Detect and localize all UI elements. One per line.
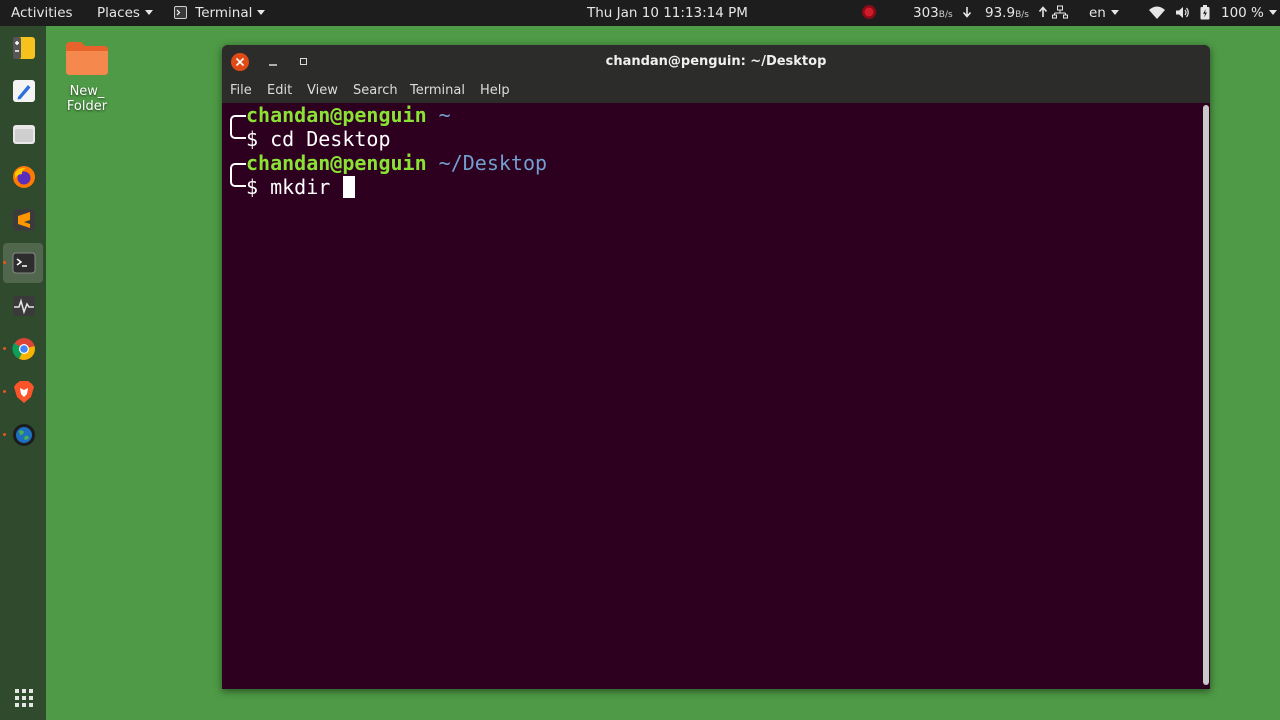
dock-item-firefox[interactable] [3, 157, 43, 197]
net-down-unit: B/s [938, 10, 953, 20]
command-text: mkdir [270, 175, 343, 199]
maximize-button[interactable] [300, 58, 307, 65]
scrollbar[interactable] [1202, 103, 1210, 689]
dock-item-notes[interactable] [3, 71, 43, 111]
prompt-path: ~/Desktop [438, 151, 548, 175]
record-indicator-icon[interactable] [861, 0, 877, 26]
dock [0, 26, 46, 720]
prompt-corner-top [230, 163, 246, 175]
net-download-speed: 303B/s [913, 0, 953, 26]
dock-item-terminal[interactable] [3, 243, 43, 283]
brave-icon [14, 381, 34, 403]
terminal-output[interactable]: chandan@penguin ~ $ cd Desktop chandan@p… [222, 103, 1202, 689]
notes-icon [13, 80, 35, 102]
battery-percent: 100 % [1221, 5, 1264, 21]
terminal-small-icon [174, 6, 187, 19]
running-indicator [3, 347, 6, 350]
terminal-window[interactable]: chandan@penguin: ~/Desktop File Edit Vie… [222, 45, 1210, 689]
terminal-icon [12, 252, 36, 274]
wifi-icon[interactable] [1149, 0, 1165, 26]
chevron-down-icon [1268, 9, 1277, 15]
prompt-corner-bottom [230, 127, 246, 139]
prompt-corner-bottom [230, 175, 246, 187]
chevron-down-icon [257, 9, 266, 15]
volume-icon[interactable] [1175, 0, 1190, 26]
top-panel: Activities Places Terminal Thu Jan 10 11… [0, 0, 1280, 26]
places-label: Places [97, 5, 140, 21]
system-menu[interactable]: 100 % [1221, 0, 1277, 26]
dock-item-brave[interactable] [3, 372, 43, 412]
arrow-up-icon [1038, 0, 1048, 26]
language-menu[interactable]: en [1089, 0, 1119, 26]
network-icon[interactable] [1052, 0, 1068, 26]
command-text: cd Desktop [270, 127, 391, 151]
system-monitor-icon [13, 296, 35, 316]
dock-item-system-monitor[interactable] [3, 286, 43, 326]
menu-help[interactable]: Help [480, 79, 510, 103]
terminal-app-label: Terminal [195, 5, 253, 21]
prompt-path: ~ [438, 103, 451, 127]
prompt-line: chandan@penguin ~ [226, 103, 451, 127]
prompt-symbol: $ [246, 175, 259, 199]
globe-icon [13, 424, 35, 446]
prompt-user: chandan@penguin [246, 103, 427, 127]
folder-icon [66, 42, 108, 75]
minimize-icon [269, 64, 277, 66]
battery-icon[interactable] [1200, 0, 1210, 26]
scrollbar-thumb[interactable] [1203, 105, 1209, 685]
chrome-icon [12, 338, 35, 360]
clock[interactable]: Thu Jan 10 11:13:14 PM [587, 0, 748, 26]
chevron-down-icon [144, 9, 153, 15]
command-line: $ cd Desktop [226, 127, 391, 151]
prompt-symbol: $ [246, 127, 259, 151]
text-editor-icon [13, 37, 35, 59]
running-indicator [3, 390, 6, 393]
chevron-down-icon [1110, 9, 1119, 15]
app-grid-icon [15, 689, 33, 707]
net-upload-speed: 93.9B/s [985, 0, 1029, 26]
dock-item-files[interactable] [3, 114, 43, 154]
close-button[interactable] [231, 53, 249, 71]
menu-search[interactable]: Search [353, 79, 398, 103]
text-cursor [343, 176, 356, 198]
net-down-value: 303 [913, 5, 939, 21]
net-up-value: 93.9 [985, 5, 1016, 21]
menu-view[interactable]: View [307, 79, 338, 103]
terminal-app-menu[interactable]: Terminal [174, 0, 266, 26]
folder-label-line1: New_ [69, 84, 105, 99]
places-menu[interactable]: Places [97, 0, 153, 26]
show-applications-button[interactable] [3, 678, 43, 718]
folder-label: New_ Folder [56, 84, 118, 114]
close-icon [235, 57, 245, 67]
arrow-down-icon [962, 0, 972, 26]
activities-button[interactable]: Activities [11, 0, 73, 26]
menubar: File Edit View Search Terminal Help [222, 79, 1210, 103]
language-label: en [1089, 5, 1106, 21]
window-title: chandan@penguin: ~/Desktop [605, 54, 827, 69]
firefox-icon [13, 166, 35, 188]
minimize-button[interactable] [266, 53, 280, 71]
command-line: $ mkdir [226, 175, 356, 199]
desktop-folder-new-folder[interactable]: New_ Folder [56, 36, 118, 114]
sublime-icon [13, 209, 35, 231]
dock-item-chrome[interactable] [3, 329, 43, 369]
running-indicator [3, 433, 6, 436]
files-icon [13, 125, 35, 144]
dock-item-globe[interactable] [3, 415, 43, 455]
net-up-unit: B/s [1015, 10, 1029, 20]
prompt-user: chandan@penguin [246, 151, 427, 175]
menu-edit[interactable]: Edit [267, 79, 292, 103]
prompt-corner-top [230, 115, 246, 127]
prompt-line: chandan@penguin ~/Desktop [226, 151, 547, 175]
folder-label-line2: Folder [66, 99, 108, 114]
dock-item-text-editor[interactable] [3, 28, 43, 68]
window-titlebar[interactable]: chandan@penguin: ~/Desktop [222, 45, 1210, 79]
running-indicator [3, 261, 6, 264]
menu-file[interactable]: File [230, 79, 252, 103]
dock-item-sublime[interactable] [3, 200, 43, 240]
menu-terminal[interactable]: Terminal [410, 79, 465, 103]
